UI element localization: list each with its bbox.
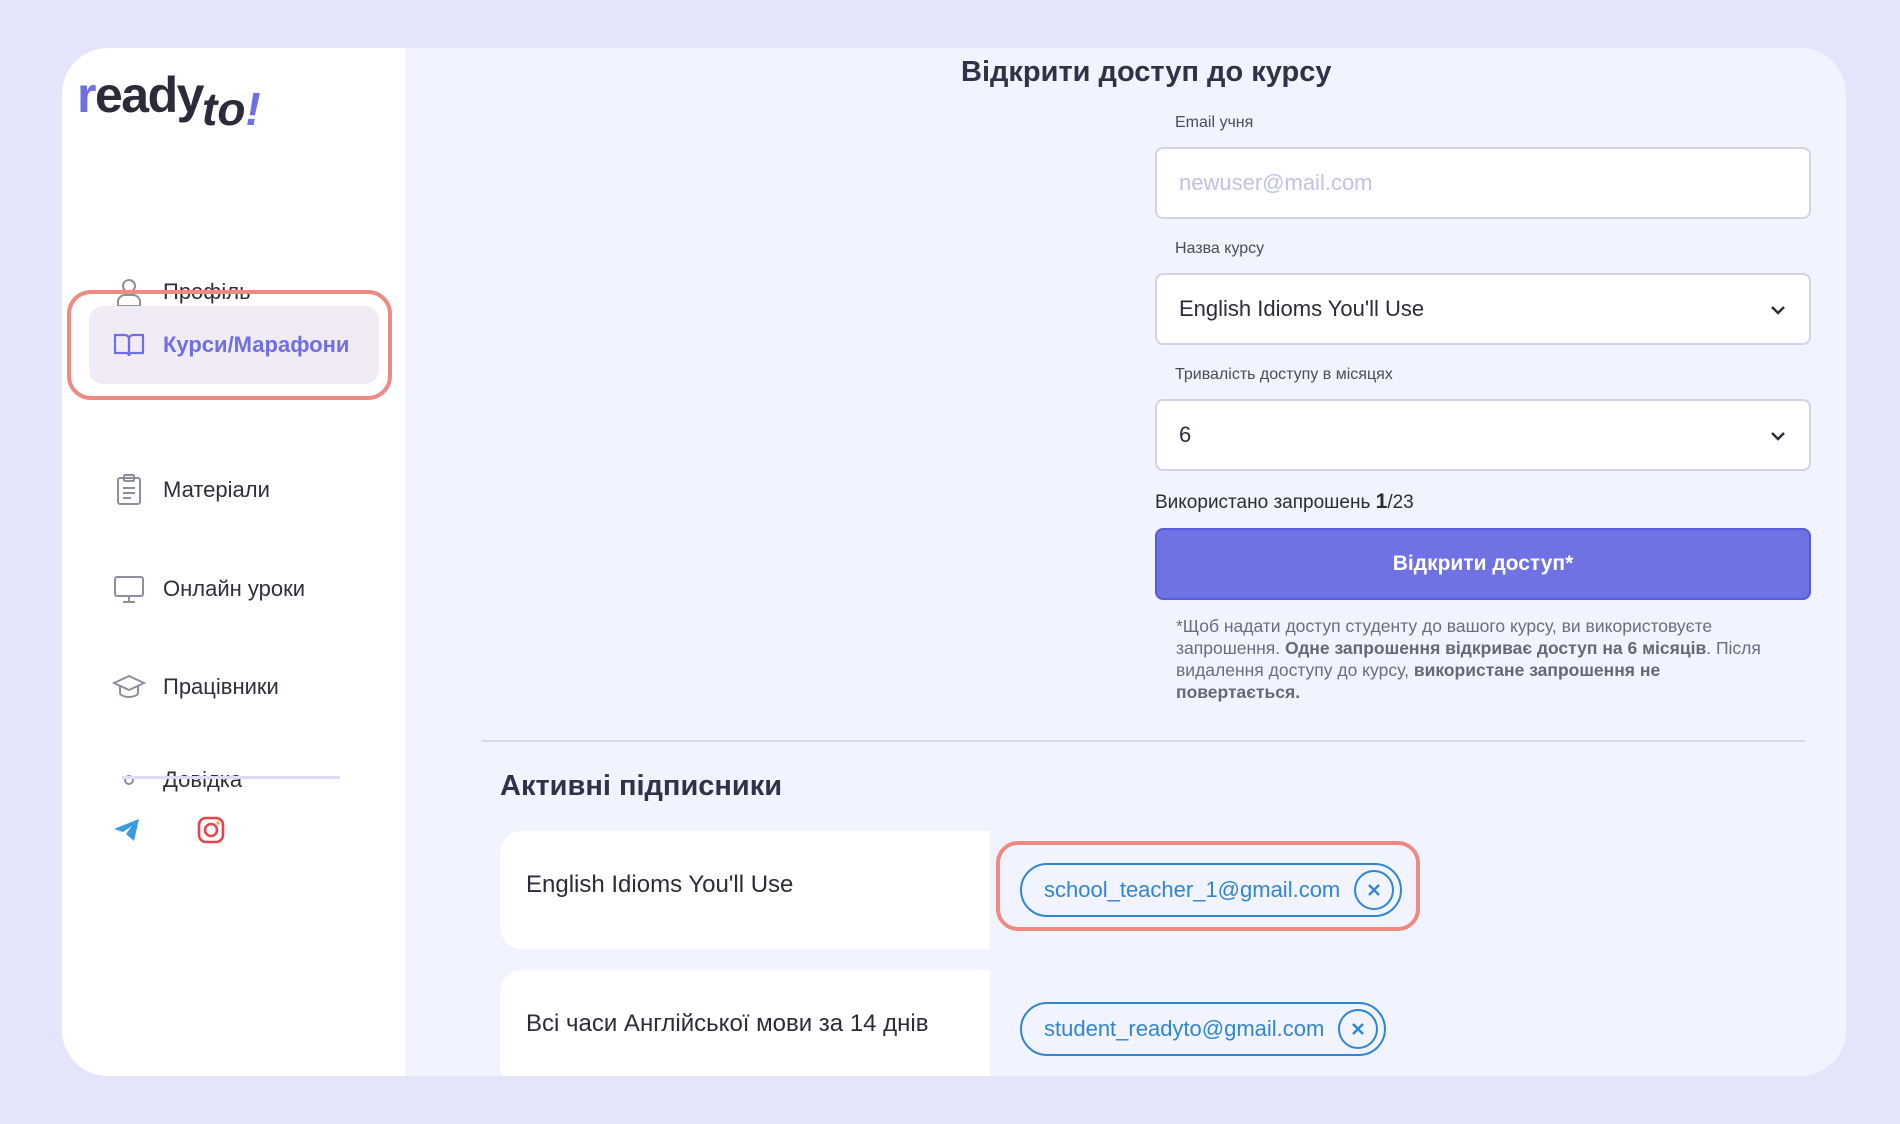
main-content: Відкрити доступ до курсу Email учня Назв… <box>405 48 1846 1076</box>
telegram-icon[interactable] <box>110 813 144 847</box>
duration-select[interactable]: 6 <box>1155 399 1811 471</box>
email-field[interactable] <box>1155 147 1811 219</box>
email-chip[interactable]: student_readyto@gmail.com <box>1020 1002 1387 1056</box>
invites-counter: Використано запрошень 1/23 <box>1155 490 1414 514</box>
sidebar-divider <box>122 776 340 779</box>
logo-main: ready <box>77 67 204 123</box>
sidebar-item-label: Курси/Марафони <box>163 332 350 357</box>
sidebar-item-label: Матеріали <box>163 477 270 502</box>
email-input[interactable] <box>1179 170 1809 196</box>
email-chip[interactable]: school_teacher_1@gmail.com <box>1020 863 1403 917</box>
sidebar-item-label: Профіль <box>163 279 251 304</box>
invites-used: 1 <box>1375 490 1388 513</box>
sidebar-item-label: Довідка <box>163 767 243 792</box>
book-icon <box>111 327 147 363</box>
app-window: ready to! Профіль Курси/Марафони Матеріа… <box>62 48 1846 1076</box>
sidebar-item-help[interactable]: Довідка <box>89 741 379 819</box>
course-label: Назва курсу <box>1175 240 1265 257</box>
duration-select-value: 6 <box>1179 422 1192 447</box>
monitor-icon <box>111 571 147 607</box>
remove-access-button[interactable] <box>1354 870 1395 910</box>
email-chip-label: school_teacher_1@gmail.com <box>1044 877 1341 902</box>
dot-icon <box>111 762 147 798</box>
subscriber-course: English Idioms You'll Use <box>526 871 794 898</box>
logo-accent: to! <box>202 83 261 135</box>
sidebar-item-courses[interactable]: Курси/Марафони <box>89 306 379 384</box>
email-chip-label: student_readyto@gmail.com <box>1044 1016 1325 1041</box>
sidebar: ready to! Профіль Курси/Марафони Матеріа… <box>62 48 405 1076</box>
sidebar-item-materials[interactable]: Матеріали <box>89 451 379 529</box>
subscriber-emails: student_readyto@gmail.com <box>990 970 1846 1076</box>
sidebar-item-label: Онлайн уроки <box>163 576 306 601</box>
logo-main-rest: eady <box>94 67 204 123</box>
invites-prefix: Використано запрошень <box>1155 492 1371 513</box>
course-select[interactable]: English Idioms You'll Use <box>1155 273 1811 345</box>
clipboard-icon <box>111 472 147 508</box>
note-text-2: Одне запрошення відкриває доступ на 6 мі… <box>1285 638 1707 658</box>
chevron-down-icon <box>1771 432 1785 441</box>
duration-label: Тривалість доступу в місяцях <box>1175 366 1393 383</box>
sidebar-item-staff[interactable]: Працівники <box>89 648 379 726</box>
sidebar-item-online-lessons[interactable]: Онлайн уроки <box>89 550 379 628</box>
subscriber-row: English Idioms You'll Use school_teacher… <box>500 831 1846 949</box>
user-icon <box>111 274 147 310</box>
instagram-icon[interactable] <box>194 813 228 847</box>
subscriber-emails: school_teacher_1@gmail.com <box>990 831 1846 949</box>
subscriber-row: Всі часи Англійської мови за 14 днів stu… <box>500 970 1846 1076</box>
graduation-cap-icon <box>111 669 147 705</box>
logo[interactable]: ready to! <box>77 66 277 146</box>
invites-total: /23 <box>1387 492 1414 513</box>
close-icon <box>1368 884 1381 896</box>
chevron-down-icon <box>1771 306 1785 315</box>
email-label: Email учня <box>1175 114 1254 131</box>
sidebar-item-label: Працівники <box>163 674 279 699</box>
course-select-value: English Idioms You'll Use <box>1179 296 1425 321</box>
subscribers-title: Активні підписники <box>500 770 783 802</box>
remove-access-button[interactable] <box>1338 1009 1379 1049</box>
subscriber-course: Всі часи Англійської мови за 14 днів <box>526 1010 929 1037</box>
page-title: Відкрити доступ до курсу <box>961 56 1332 88</box>
open-access-button[interactable]: Відкрити доступ* <box>1155 528 1811 600</box>
access-note: *Щоб надати доступ студенту до вашого ку… <box>1176 615 1788 703</box>
section-divider <box>482 740 1805 742</box>
close-icon <box>1352 1023 1365 1035</box>
